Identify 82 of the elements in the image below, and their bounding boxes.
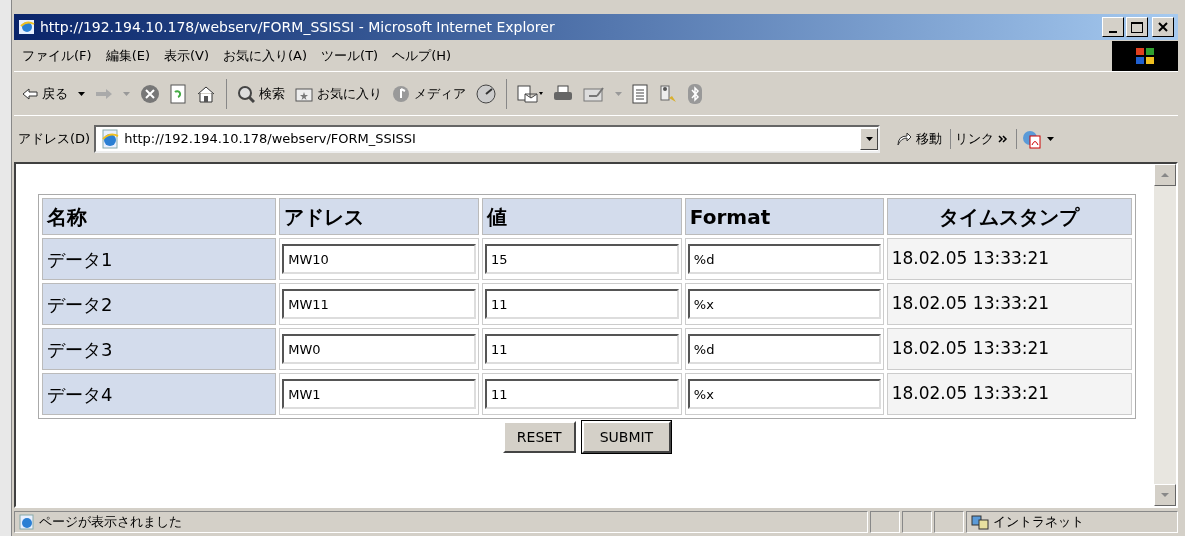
name-cell: データ1 [42, 238, 277, 280]
chevron-icon [998, 135, 1009, 143]
go-button[interactable]: 移動 [896, 129, 952, 149]
go-arrow-icon [896, 131, 913, 147]
menu-item[interactable]: 表示(V) [164, 45, 210, 66]
address-field[interactable]: http://192.194.10.178/webserv/FORM_SSISSI [94, 125, 881, 153]
zone-text: イントラネット [993, 513, 1084, 532]
input-field[interactable]: %d [687, 334, 881, 364]
up-arrow-icon [1161, 173, 1169, 177]
menu-item[interactable]: 編集(E) [105, 45, 150, 66]
document-icon[interactable] [632, 83, 648, 104]
menu-item[interactable]: ファイル(F) [22, 45, 92, 66]
dropdown-caret-icon[interactable] [78, 91, 85, 96]
input-field[interactable]: 11 [485, 334, 679, 364]
menu-item[interactable]: お気に入り(A) [223, 45, 308, 66]
timestamp-cell: 18.02.05 13:33:21 [886, 373, 1132, 415]
maximize-icon [1131, 21, 1143, 33]
mail-icon[interactable] [517, 83, 543, 104]
pdf-globe-icon[interactable] [1021, 129, 1044, 149]
vertical-scrollbar[interactable] [1154, 164, 1176, 506]
window-title: http://192.194.10.178/webserv/FORM_SSISSI - Microsoft Internet Explorer [40, 17, 556, 37]
search-button[interactable]: 検索 [237, 83, 285, 104]
minimize-button[interactable] [1102, 17, 1124, 37]
column-header: 名称 [42, 198, 277, 235]
name-cell: データ2 [42, 283, 277, 325]
menu-item[interactable]: ツール(T) [321, 45, 379, 66]
submit-button[interactable]: SUBMIT [581, 421, 672, 453]
scroll-down-button[interactable] [1154, 484, 1176, 506]
input-field[interactable]: 15 [485, 244, 679, 274]
down-arrow-icon [1161, 493, 1169, 497]
browser-icon [18, 18, 36, 36]
reset-button[interactable]: RESET [502, 421, 576, 453]
input-field[interactable]: MW1 [282, 379, 476, 409]
back-arrow-icon [22, 87, 38, 100]
name-cell: データ3 [42, 328, 277, 370]
timestamp-cell: 18.02.05 13:33:21 [886, 238, 1132, 280]
bluetooth-icon[interactable] [688, 83, 702, 104]
windows-logo-icon [1135, 46, 1155, 65]
close-icon [1158, 22, 1168, 32]
column-header: 値 [482, 198, 682, 235]
page-icon [19, 514, 35, 530]
input-field[interactable]: %d [687, 244, 881, 274]
media-icon [392, 84, 410, 103]
media-button[interactable]: メディア [392, 83, 466, 104]
home-icon[interactable] [196, 84, 216, 103]
url-text: http://192.194.10.178/webserv/FORM_SSISSI [124, 130, 417, 149]
input-field[interactable]: MW11 [282, 289, 476, 319]
refresh-icon[interactable] [170, 83, 186, 104]
input-field[interactable]: MW10 [282, 244, 476, 274]
status-panel [934, 511, 964, 533]
dropdown-caret-icon[interactable] [1047, 137, 1055, 141]
status-panel [870, 511, 900, 533]
input-field[interactable]: %x [687, 379, 881, 409]
name-cell: データ4 [42, 373, 277, 415]
status-text: ページが表示されました [39, 513, 182, 532]
dropdown-button[interactable] [860, 128, 879, 150]
timestamp-cell: 18.02.05 13:33:21 [886, 328, 1132, 370]
column-header: Format [684, 198, 884, 235]
caret-icon [865, 137, 873, 141]
edit-icon[interactable] [583, 85, 605, 102]
intranet-icon [971, 514, 989, 530]
address-label: アドレス(D) [18, 130, 91, 149]
status-panel [902, 511, 932, 533]
minimize-icon [1109, 31, 1117, 33]
favorites-button[interactable]: お気に入り [295, 83, 382, 104]
page-icon [100, 129, 121, 149]
stop-icon[interactable] [140, 83, 160, 104]
column-header: タイムスタンプ [886, 198, 1132, 235]
menu-item[interactable]: ヘルプ(H) [392, 45, 452, 66]
close-button[interactable] [1152, 17, 1174, 37]
timestamp-cell: 18.02.05 13:33:21 [886, 283, 1132, 325]
search-icon [237, 84, 255, 103]
input-field[interactable]: 11 [485, 289, 679, 319]
column-header: アドレス [279, 198, 479, 235]
print-icon[interactable] [553, 84, 573, 103]
input-field[interactable]: %x [687, 289, 881, 319]
input-field[interactable]: 11 [485, 379, 679, 409]
links-button[interactable]: リンク [955, 129, 1018, 149]
scroll-up-button[interactable] [1154, 164, 1176, 186]
back-button[interactable]: 戻る [22, 83, 68, 104]
input-field[interactable]: MW0 [282, 334, 476, 364]
maximize-button[interactable] [1126, 17, 1148, 37]
